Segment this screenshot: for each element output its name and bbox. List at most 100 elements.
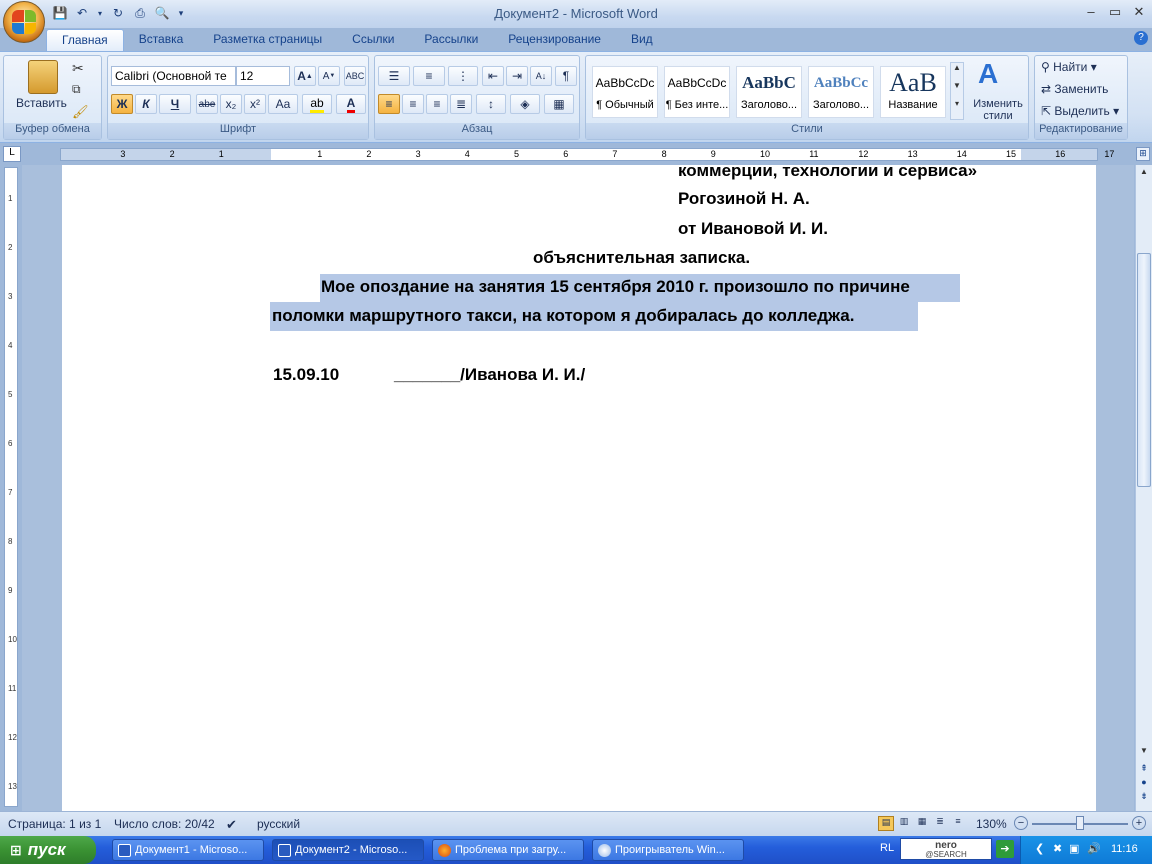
change-case-button[interactable]: Aa bbox=[268, 94, 298, 114]
help-icon[interactable]: ? bbox=[1134, 31, 1148, 45]
show-marks-icon[interactable]: ¶ bbox=[555, 66, 577, 86]
align-right-icon[interactable]: ≡ bbox=[426, 94, 448, 114]
taskbar-item[interactable]: Проигрыватель Win... bbox=[592, 839, 744, 861]
style-title[interactable]: AaB Название bbox=[880, 66, 946, 118]
cut-icon[interactable]: ✂ bbox=[72, 60, 84, 77]
nero-search-box[interactable]: nero @SEARCH bbox=[900, 838, 992, 860]
style-no-spacing[interactable]: AaBbCcDc ¶ Без инте... bbox=[664, 66, 730, 118]
paste-icon[interactable] bbox=[28, 60, 58, 94]
full-screen-reading-icon[interactable]: ▥ bbox=[896, 816, 912, 831]
style-heading-2[interactable]: AaBbCc Заголово... bbox=[808, 66, 874, 118]
scroll-thumb[interactable] bbox=[1137, 253, 1151, 487]
office-button[interactable] bbox=[3, 1, 45, 43]
tab-home[interactable]: Главная bbox=[46, 29, 124, 51]
align-center-icon[interactable]: ≡ bbox=[402, 94, 424, 114]
style-name: Заголово... bbox=[740, 99, 798, 111]
print-layout-icon[interactable]: ▤ bbox=[878, 816, 894, 831]
tab-view[interactable]: Вид bbox=[616, 29, 668, 51]
styles-scroll[interactable]: ▲ ▼ ▾ bbox=[950, 62, 964, 120]
italic-button[interactable]: К bbox=[135, 94, 157, 114]
change-styles-icon[interactable]: A bbox=[978, 58, 998, 90]
select-button[interactable]: ⇱ Выделить ▾ bbox=[1041, 104, 1119, 118]
language-indicator[interactable]: RL bbox=[880, 842, 894, 854]
tab-page-layout[interactable]: Разметка страницы bbox=[198, 29, 337, 51]
vertical-scrollbar[interactable]: ▲ ▼ ⇞ ● ⇟ bbox=[1135, 165, 1152, 811]
volume-icon[interactable]: 🔊 bbox=[1087, 842, 1101, 855]
font-size-combo[interactable]: 12 bbox=[236, 66, 290, 86]
line-spacing-icon[interactable]: ↕ bbox=[476, 94, 506, 114]
browse-object-icon[interactable]: ● bbox=[1137, 777, 1151, 789]
tab-insert[interactable]: Вставка bbox=[124, 29, 199, 51]
prev-page-icon[interactable]: ⇞ bbox=[1137, 763, 1151, 775]
minimize-button[interactable]: ‒ bbox=[1080, 4, 1102, 22]
zoom-in-icon[interactable]: + bbox=[1132, 816, 1146, 830]
next-page-icon[interactable]: ⇟ bbox=[1137, 791, 1151, 803]
replace-label: Заменить bbox=[1054, 82, 1109, 96]
decrease-indent-icon[interactable]: ⇤ bbox=[482, 66, 504, 86]
tray-expand-icon[interactable]: ❮ bbox=[1035, 842, 1044, 855]
strikethrough-button[interactable]: abe bbox=[196, 94, 218, 114]
increase-indent-icon[interactable]: ⇥ bbox=[506, 66, 528, 86]
font-name-combo[interactable]: Calibri (Основной те bbox=[111, 66, 236, 86]
sort-icon[interactable]: A↓ bbox=[530, 66, 552, 86]
zoom-level[interactable]: 130% bbox=[976, 817, 1007, 831]
taskbar-item[interactable]: Проблема при загру... bbox=[432, 839, 584, 861]
vruler-tick-label: 5 bbox=[8, 390, 13, 399]
shading-icon[interactable]: ◈ bbox=[510, 94, 540, 114]
format-painter-icon[interactable]: 🖌 bbox=[72, 104, 89, 120]
font-color-icon[interactable]: A bbox=[336, 94, 366, 114]
find-button[interactable]: ⚲ Найти ▾ bbox=[1041, 60, 1097, 74]
tab-review[interactable]: Рецензирование bbox=[493, 29, 616, 51]
style-heading-1[interactable]: AaBbC Заголово... bbox=[736, 66, 802, 118]
taskbar-item-label: Проигрыватель Win... bbox=[615, 844, 725, 856]
scroll-down-icon[interactable]: ▼ bbox=[1137, 746, 1151, 760]
tab-references[interactable]: Ссылки bbox=[337, 29, 409, 51]
view-ruler-icon[interactable]: ⊞ bbox=[1136, 147, 1150, 161]
zoom-out-icon[interactable]: − bbox=[1014, 816, 1028, 830]
document-page[interactable]: коммерции, технологии и сервиса» Рогозин… bbox=[62, 165, 1096, 811]
borders-icon[interactable]: ▦ bbox=[544, 94, 574, 114]
status-language[interactable]: русский bbox=[257, 817, 300, 831]
clock[interactable]: 11:16 bbox=[1111, 843, 1138, 855]
status-page[interactable]: Страница: 1 из 1 bbox=[8, 817, 101, 831]
style-normal[interactable]: AaBbCcDc ¶ Обычный bbox=[592, 66, 658, 118]
superscript-button[interactable]: x² bbox=[244, 94, 266, 114]
tab-selector-icon[interactable]: L bbox=[3, 146, 21, 162]
taskbar-item-active[interactable]: Документ2 - Microso... bbox=[272, 839, 424, 861]
vertical-ruler[interactable]: 1234567891011121314 bbox=[4, 167, 18, 840]
highlight-icon[interactable]: ab bbox=[302, 94, 332, 114]
horizontal-ruler[interactable]: 3 2 1 1 2 3 4 5 6 7 8 9 10 11 12 13 14 15 16 17 bbox=[60, 148, 1114, 161]
shrink-font-icon[interactable]: A ▼ bbox=[318, 66, 340, 86]
align-left-icon[interactable]: ≡ bbox=[378, 94, 400, 114]
bold-button[interactable]: Ж bbox=[111, 94, 133, 114]
go-icon[interactable]: ➔ bbox=[996, 840, 1014, 858]
tray-app-icon[interactable]: ✖ bbox=[1053, 842, 1062, 855]
maximize-button[interactable]: ▭ bbox=[1104, 4, 1126, 22]
outline-icon[interactable]: ≣ bbox=[932, 816, 948, 831]
numbering-icon[interactable]: ≡ bbox=[413, 66, 445, 86]
start-button[interactable]: ⊞ пуск bbox=[0, 836, 96, 864]
paste-button[interactable]: Вставить bbox=[16, 96, 67, 110]
window-title: Документ2 - Microsoft Word bbox=[494, 6, 658, 21]
tab-mailings[interactable]: Рассылки bbox=[409, 29, 493, 51]
replace-button[interactable]: ⇄ Заменить bbox=[1041, 82, 1108, 96]
network-icon[interactable]: ▣ bbox=[1069, 842, 1079, 855]
change-styles-label-2: стили bbox=[983, 110, 1013, 122]
taskbar-item[interactable]: Документ1 - Microso... bbox=[112, 839, 264, 861]
clear-format-icon[interactable]: ABC bbox=[344, 66, 366, 86]
grow-font-icon[interactable]: A ▲ bbox=[294, 66, 316, 86]
copy-icon[interactable]: ⧉ bbox=[72, 82, 81, 97]
scroll-up-icon[interactable]: ▲ bbox=[1137, 167, 1151, 181]
zoom-thumb[interactable] bbox=[1076, 816, 1084, 830]
multilevel-list-icon[interactable]: ⋮ bbox=[448, 66, 478, 86]
bullets-icon[interactable]: ☰ bbox=[378, 66, 410, 86]
proofing-icon[interactable]: ✔ bbox=[226, 817, 237, 833]
status-words[interactable]: Число слов: 20/42 bbox=[114, 817, 215, 831]
draft-icon[interactable]: ≡ bbox=[950, 816, 966, 831]
subscript-button[interactable]: x₂ bbox=[220, 94, 242, 114]
change-styles-button[interactable]: Изменить стили bbox=[970, 98, 1026, 122]
web-layout-icon[interactable]: ▦ bbox=[914, 816, 930, 831]
justify-icon[interactable]: ≣ bbox=[450, 94, 472, 114]
underline-button[interactable]: Ч bbox=[159, 94, 191, 114]
close-button[interactable]: ✕ bbox=[1128, 4, 1150, 22]
